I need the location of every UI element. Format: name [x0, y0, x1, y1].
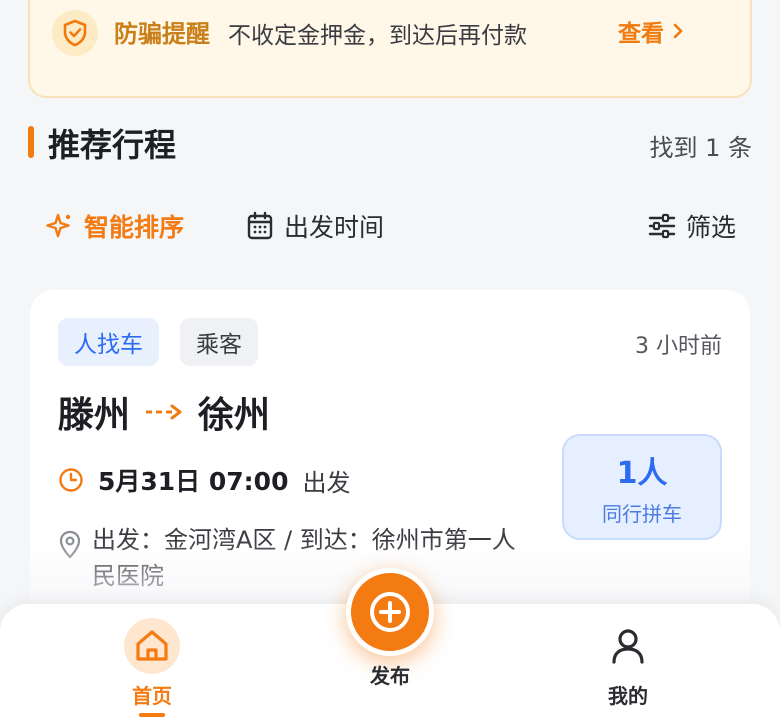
- seat-box: 1人 同行拼车: [562, 434, 722, 540]
- depart-time-row: 5月31日 07:00 出发: [58, 462, 350, 498]
- bottom-tab-bar: 首页 发布 我的: [0, 568, 780, 720]
- depart-suffix: 出发: [302, 468, 351, 497]
- publish-label: 发布: [370, 664, 410, 688]
- route-from: 滕州: [58, 395, 131, 436]
- tab-mine[interactable]: 我的: [568, 618, 688, 709]
- posted-time: 3 小时前: [635, 334, 722, 359]
- filter-button[interactable]: 筛选: [648, 208, 736, 244]
- sort-smart-button[interactable]: 智能排序: [44, 208, 184, 244]
- notice-link-label: 查看: [618, 21, 664, 47]
- seat-count: 1人: [616, 455, 668, 491]
- sort-smart-label: 智能排序: [84, 213, 185, 242]
- clock-icon: [59, 468, 83, 492]
- plus-circle-icon: [346, 568, 434, 656]
- tab-home-label: 首页: [132, 684, 172, 708]
- tag-type: 乘客: [180, 318, 258, 366]
- route: 滕州 徐州: [58, 386, 270, 438]
- seat-label: 同行拼车: [602, 501, 682, 526]
- shield-check-icon: [52, 10, 98, 56]
- home-icon: [124, 618, 180, 674]
- sort-time-button[interactable]: 出发时间: [246, 208, 384, 244]
- sparkle-icon: [46, 213, 71, 238]
- tab-home[interactable]: 首页: [92, 618, 212, 717]
- notice-title: 防骗提醒: [114, 20, 210, 48]
- tag-role: 人找车: [58, 318, 159, 366]
- user-icon: [600, 618, 656, 674]
- notice-text: 不收定金押金，到达后再付款: [228, 23, 527, 49]
- active-tab-indicator: [139, 713, 165, 717]
- route-to: 徐州: [198, 395, 271, 436]
- sort-time-label: 出发时间: [284, 213, 385, 242]
- section-accent-bar: [28, 126, 34, 158]
- publish-button[interactable]: 发布: [320, 568, 460, 689]
- section-title: 推荐行程: [48, 126, 177, 164]
- result-count: 找到 1 条: [649, 134, 752, 162]
- chevron-right-icon: [673, 23, 683, 39]
- notice-view-link[interactable]: 查看: [618, 14, 684, 48]
- filter-label: 筛选: [685, 213, 736, 242]
- depart-date: 5月31日 07:00: [98, 467, 289, 496]
- tab-mine-label: 我的: [608, 684, 648, 708]
- arrow-right-icon: [146, 404, 182, 420]
- sliders-icon: [648, 213, 676, 239]
- calendar-icon: [247, 211, 273, 240]
